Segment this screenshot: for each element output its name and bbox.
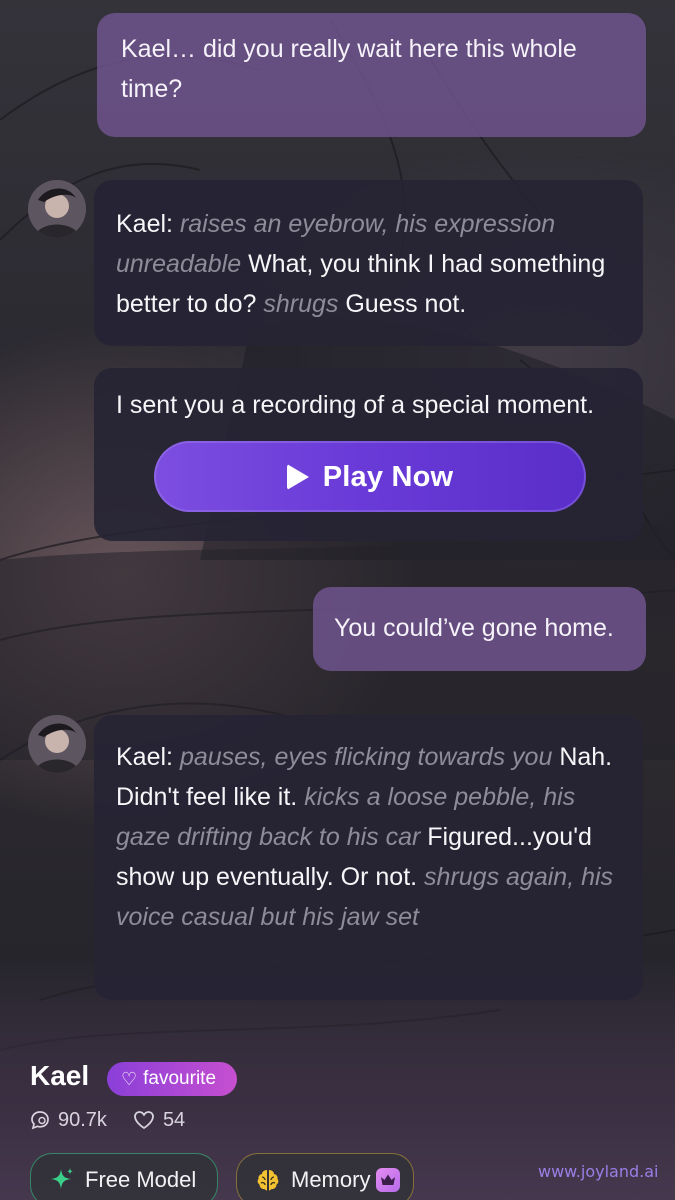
brain-icon — [255, 1167, 281, 1193]
play-now-button[interactable]: Play Now — [154, 441, 586, 512]
bot-message[interactable]: Kael: pauses, eyes flicking towards you … — [94, 715, 643, 1000]
free-model-button[interactable]: Free Model — [30, 1153, 218, 1200]
character-stats: 90.7k 54 — [30, 1106, 211, 1134]
memory-label: Memory — [291, 1167, 371, 1192]
speech-text: Guess not. — [345, 290, 467, 318]
avatar-image — [28, 180, 86, 238]
character-avatar[interactable] — [28, 715, 86, 773]
crown-icon — [376, 1168, 401, 1192]
chat-count-value: 90.7k — [58, 1108, 107, 1131]
message-text: Kael… did you really wait here this whol… — [121, 35, 577, 103]
heart-icon — [134, 1111, 154, 1130]
character-avatar[interactable] — [28, 180, 86, 238]
like-count-value: 54 — [162, 1108, 186, 1131]
avatar-image — [28, 715, 86, 773]
character-name: Kael — [30, 1060, 90, 1091]
speaker-name: Kael: — [116, 743, 173, 771]
favourite-label: favourite — [143, 1068, 217, 1089]
like-count[interactable]: 54 — [133, 1109, 185, 1132]
favourite-button[interactable]: ♡ favourite — [107, 1062, 237, 1096]
chat-count: 90.7k — [30, 1109, 107, 1132]
user-message[interactable]: You could’ve gone home. — [313, 587, 646, 671]
message-text: You could’ve gone home. — [334, 614, 614, 642]
memory-button[interactable]: Memory — [236, 1153, 414, 1200]
site-watermark: www.joyland.ai — [538, 1162, 659, 1181]
action-text: shrugs — [263, 290, 339, 318]
speaker-name: Kael: — [116, 210, 173, 238]
sparkle-icon — [49, 1167, 75, 1193]
user-message[interactable]: Kael… did you really wait here this whol… — [97, 13, 646, 137]
chat-bubble-icon — [31, 1111, 49, 1130]
bot-message[interactable]: Kael: raises an eyebrow, his expression … — [94, 180, 643, 346]
action-text: pauses, eyes flicking towards you — [179, 743, 553, 771]
free-model-label: Free Model — [85, 1167, 197, 1192]
recording-message: I sent you a recording of a special mome… — [94, 368, 643, 541]
message-text: I sent you a recording of a special mome… — [116, 391, 595, 419]
heart-icon: ♡ — [121, 1068, 138, 1089]
play-icon — [286, 463, 309, 490]
play-now-label: Play Now — [322, 460, 454, 493]
